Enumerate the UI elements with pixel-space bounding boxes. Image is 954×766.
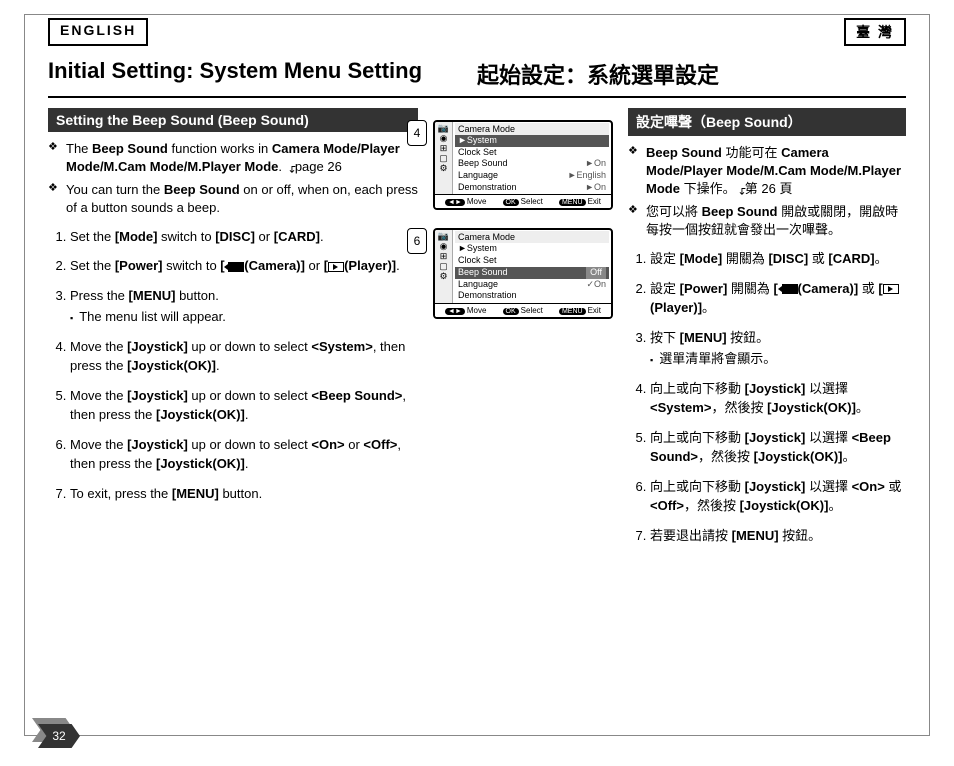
step-3-zh: 按下 [MENU] 按鈕。 選單清單將會顯示。 [650, 328, 906, 369]
text: 功能可在 [722, 145, 781, 160]
camera-screen-2: 📷◉⊞▢⚙ Camera Mode ►System Clock Set Beep… [433, 228, 613, 318]
text-bold: Beep Sound [646, 145, 722, 160]
menu-item-system: ►System [455, 135, 609, 147]
intro-bullets-en: The Beep Sound function works in Camera … [48, 140, 418, 217]
section-heading-en: Setting the Beep Sound (Beep Sound) [48, 108, 418, 132]
menu-pill: MENU [559, 199, 586, 206]
step-3-sub-zh: 選單清單將會顯示。 [650, 349, 906, 369]
play-icon [883, 284, 899, 294]
menu-pill: MENU [559, 308, 586, 315]
screen-footer: ◄►Move OKSelect MENUExit [435, 303, 611, 317]
menu-item-beep: Beep Sound►On [455, 158, 609, 170]
step-4-en: Move the [Joystick] up or down to select… [70, 337, 418, 376]
step-3-en: Press the [MENU] button. The menu list w… [70, 286, 418, 327]
menu-item-clock: Clock Set [455, 255, 609, 267]
bullet-2-en: You can turn the Beep Sound on or off, w… [48, 181, 418, 217]
intro-bullets-zh: Beep Sound 功能可在 Camera Mode/Player Mode/… [628, 144, 906, 239]
menu-item-beep: Beep SoundOff [455, 267, 609, 279]
text: You can turn the [66, 182, 164, 197]
column-english: Setting the Beep Sound (Beep Sound) The … [48, 108, 428, 555]
ok-pill: OK [503, 199, 519, 206]
menu-item-demo: Demonstration [455, 290, 609, 302]
screen-title: Camera Mode [455, 231, 609, 243]
screenshot-step-6: 6 📷◉⊞▢⚙ Camera Mode ►System Clock Set Be… [433, 228, 613, 318]
screenshot-step-4: 4 📷◉⊞▢⚙ Camera Mode ►System Clock Set Be… [433, 120, 613, 210]
step-badge-6: 6 [407, 228, 427, 254]
text: 下操作。 [680, 181, 736, 196]
menu-item-system: ►System [455, 243, 609, 255]
menu-item-clock: Clock Set [455, 147, 609, 159]
screen-side-icons: 📷◉⊞▢⚙ [435, 122, 453, 194]
move-pill: ◄► [445, 199, 465, 206]
menu-item-language: Language►English [455, 170, 609, 182]
step-1-en: Set the [Mode] switch to [DISC] or [CARD… [70, 227, 418, 247]
camera-icon [782, 284, 798, 294]
screen-footer: ◄►Move OKSelect MENUExit [435, 194, 611, 208]
screen-side-icons: 📷◉⊞▢⚙ [435, 230, 453, 302]
text: 您可以將 [646, 204, 702, 219]
step-3-sub-en: The menu list will appear. [70, 307, 418, 327]
page-ref-arrow-icon: ↵ [732, 186, 747, 195]
menu-item-language: Language✓On [455, 279, 609, 291]
column-chinese: 設定嗶聲（Beep Sound） Beep Sound 功能可在 Camera … [618, 108, 906, 555]
step-6-zh: 向上或向下移動 [Joystick] 以選擇 <On> 或 <Off>，然後按 … [650, 477, 906, 516]
title-rule [48, 96, 906, 98]
steps-zh: 設定 [Mode] 開關為 [DISC] 或 [CARD]。 設定 [Power… [628, 249, 906, 545]
text-bold: Beep Sound [702, 204, 778, 219]
move-pill: ◄► [445, 308, 465, 315]
text: function works in [168, 141, 272, 156]
lang-tab-english: ENGLISH [48, 18, 148, 46]
step-badge-4: 4 [407, 120, 427, 146]
step-5-zh: 向上或向下移動 [Joystick] 以選擇 <Beep Sound>，然後按 … [650, 428, 906, 467]
text: The [66, 141, 92, 156]
manual-page: ENGLISH 臺 灣 Initial Setting: System Menu… [0, 0, 954, 766]
page-ref: page 26 [295, 159, 342, 174]
section-heading-zh: 設定嗶聲（Beep Sound） [628, 108, 906, 136]
step-2-en: Set the [Power] switch to [ (Camera)] or… [70, 256, 418, 276]
step-2-zh: 設定 [Power] 開關為 [ (Camera)] 或 [(Player)]。 [650, 279, 906, 318]
page-title-zh: 起始設定：系統選單設定 [477, 58, 906, 90]
lang-tab-taiwan: 臺 灣 [844, 18, 906, 46]
ok-pill: OK [503, 308, 519, 315]
column-screenshots: 4 📷◉⊞▢⚙ Camera Mode ►System Clock Set Be… [428, 108, 618, 555]
bullet-1-zh: Beep Sound 功能可在 Camera Mode/Player Mode/… [628, 144, 906, 199]
bullet-2-zh: 您可以將 Beep Sound 開啟或關閉，開啟時每按一個按鈕就會發出一次嗶聲。 [628, 203, 906, 239]
camera-icon [228, 262, 244, 272]
play-icon [328, 262, 344, 272]
page-ref: 第 26 頁 [745, 181, 793, 196]
step-4-zh: 向上或向下移動 [Joystick] 以選擇 <System>，然後按 [Joy… [650, 379, 906, 418]
step-7-zh: 若要退出請按 [MENU] 按鈕。 [650, 526, 906, 546]
step-6-en: Move the [Joystick] up or down to select… [70, 435, 418, 474]
step-1-zh: 設定 [Mode] 開關為 [DISC] 或 [CARD]。 [650, 249, 906, 269]
steps-en: Set the [Mode] switch to [DISC] or [CARD… [48, 227, 418, 504]
camera-screen-1: 📷◉⊞▢⚙ Camera Mode ►System Clock Set Beep… [433, 120, 613, 210]
page-number-badge: 32 [38, 724, 80, 748]
step-7-en: To exit, press the [MENU] button. [70, 484, 418, 504]
step-5-en: Move the [Joystick] up or down to select… [70, 386, 418, 425]
menu-item-demo: Demonstration►On [455, 182, 609, 194]
text-bold: Beep Sound [164, 182, 240, 197]
screen-title: Camera Mode [455, 123, 609, 135]
page-title-en: Initial Setting: System Menu Setting [48, 58, 477, 90]
bullet-1-en: The Beep Sound function works in Camera … [48, 140, 418, 177]
text-bold: Beep Sound [92, 141, 168, 156]
page-ref-arrow-icon: ↵ [283, 164, 298, 173]
